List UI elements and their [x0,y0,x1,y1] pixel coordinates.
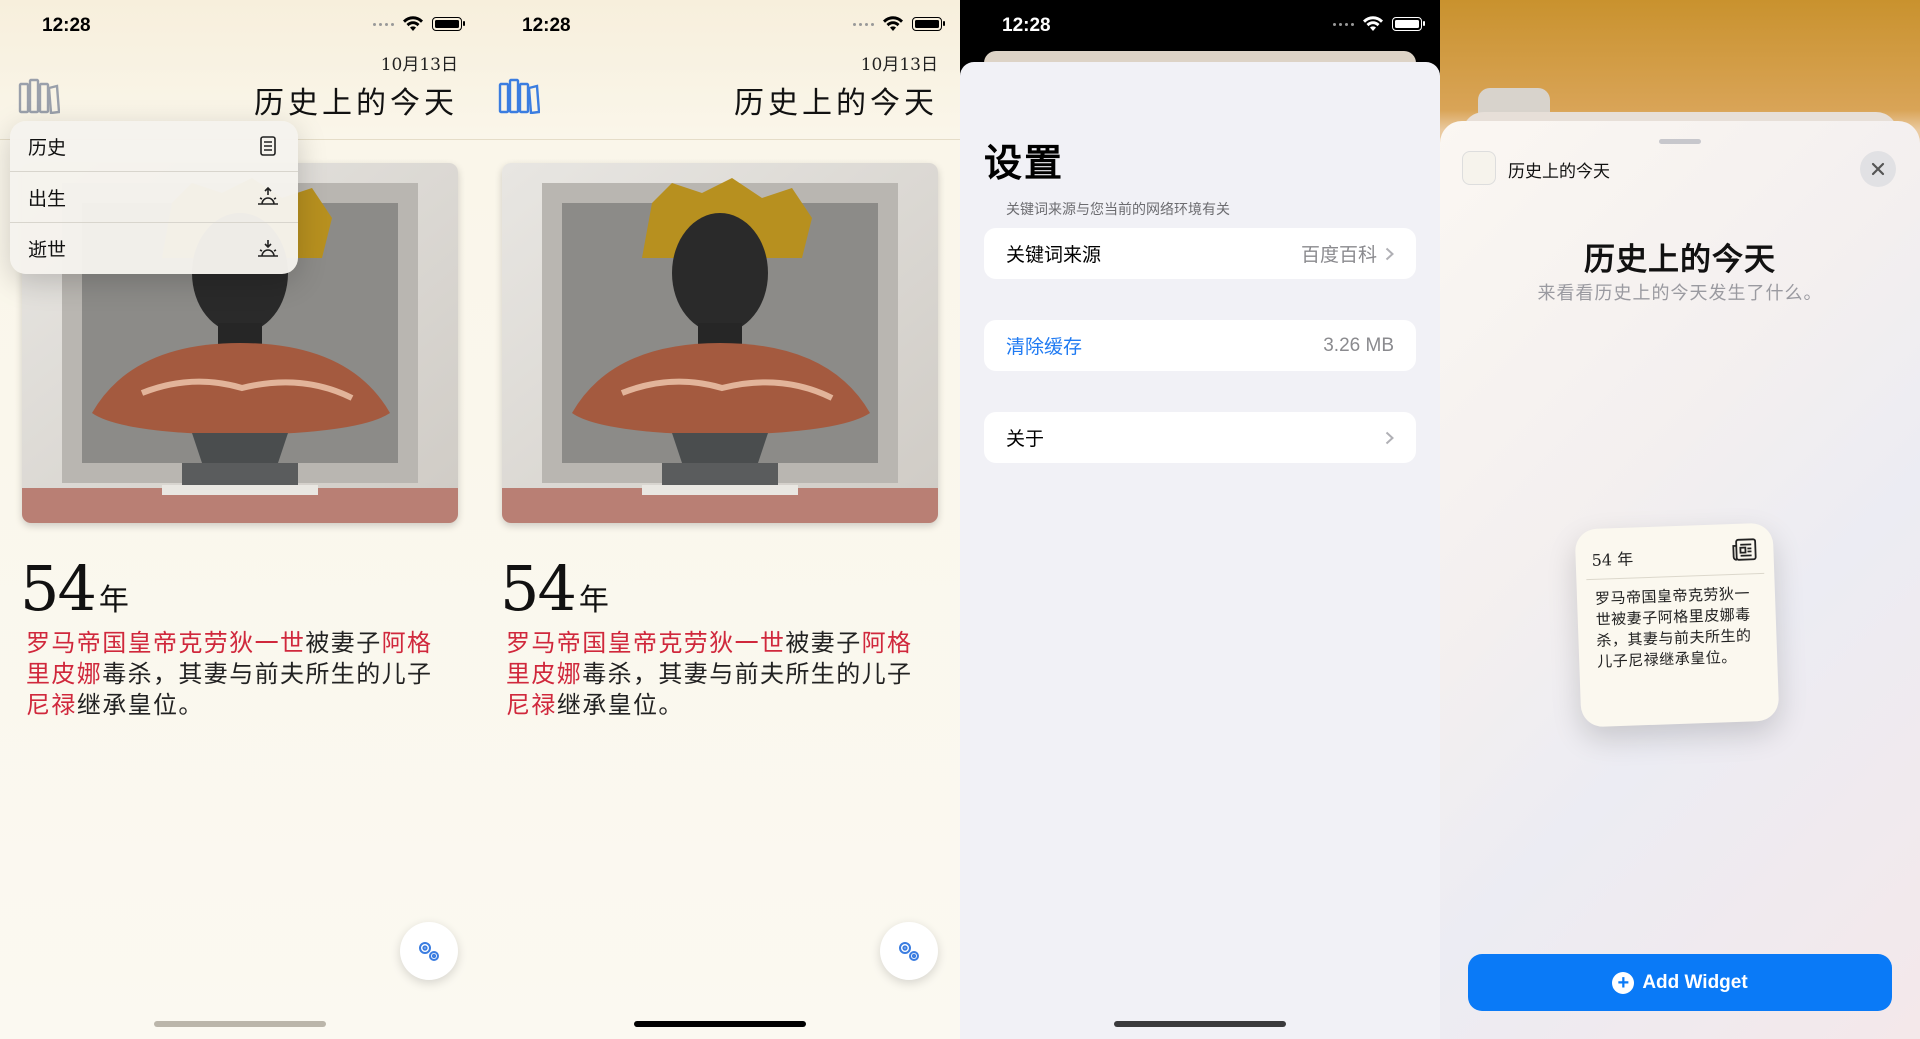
app-icon [1462,151,1496,185]
event-description: 罗马帝国皇帝克劳狄一世被妻子阿格里皮娜毒杀，其妻与前夫所生的儿子尼禄继承皇位。 [506,629,913,719]
category-menu: 历史 出生 逝世 [10,121,298,274]
chevron-right-icon [1385,247,1394,260]
cache-size-value: 3.26 MB [1323,334,1394,356]
event-year: 54 年 [20,552,129,625]
home-indicator [634,1021,806,1027]
date-label: 10月13日 [380,55,458,75]
wifi-icon [403,16,423,31]
app-name: 历史上的今天 [1508,162,1610,181]
screen-home-menu-open: 12:28 10月13日 历史上的今天 54 年 罗马帝国皇帝克劳狄一世被妻子阿… [0,0,480,1039]
status-time: 12:28 [42,15,91,36]
books-icon[interactable] [498,78,540,114]
close-icon [1871,162,1885,176]
settings-button[interactable] [880,922,938,980]
widget-preview[interactable]: 54 年 罗马帝国皇帝克劳狄一世被妻子阿格里皮娜毒杀，其妻与前夫所生的儿子尼禄继… [1574,522,1780,728]
date-label: 10月13日 [860,55,938,75]
home-indicator [154,1021,326,1027]
event-year: 54 年 [500,552,609,625]
event-link[interactable]: 尼禄 [506,691,557,719]
sunrise-icon [258,186,278,205]
gears-icon [419,942,439,961]
signal-icon [853,22,874,26]
settings-title: 设置 [984,143,1065,185]
battery-icon [1392,17,1425,31]
signal-icon [1333,22,1354,26]
wifi-icon [1363,16,1383,31]
keyword-source-value: 百度百科 [1300,245,1377,266]
screen-home: 12:28 10月13日 历史上的今天 54 年 罗马帝国皇帝克劳狄一世被妻子阿… [480,0,960,1039]
newspaper-icon [260,136,276,156]
status-time: 12:28 [522,15,571,36]
clear-cache-row[interactable]: 清除缓存 3.26 MB [984,320,1416,371]
screen-settings: 12:28 设置 关键词来源与您当前的网络环境有关 关键词来源 百度百科 清除缓… [960,0,1440,1039]
widget-text: 罗马帝国皇帝克劳狄一世被妻子阿格里皮娜毒杀，其妻与前夫所生的儿子尼禄继承皇位。 [1594,584,1752,671]
page-title: 历史上的今天 [734,86,938,121]
close-button[interactable] [1860,151,1896,187]
event-link[interactable]: 罗马帝国皇帝克劳狄一世 [506,629,785,657]
wifi-icon [883,16,903,31]
about-row[interactable]: 关于 [984,412,1416,463]
books-icon[interactable] [18,78,60,114]
widget-title: 历史上的今天 [1584,242,1776,277]
keyword-source-row[interactable]: 关键词来源 百度百科 [984,228,1416,279]
status-bar: 12:28 [0,0,480,52]
newspaper-icon [1732,538,1757,561]
signal-icon [373,22,394,26]
screen-add-widget: 历史上的今天 历史上的今天 来看看历史上的今天发生了什么。 54 年 罗马帝国皇… [1440,0,1920,1039]
widget-subtitle: 来看看历史上的今天发生了什么。 [1537,283,1823,303]
sunset-icon [258,239,278,257]
battery-icon [912,17,945,31]
event-link[interactable]: 尼禄 [26,691,77,719]
menu-item-births[interactable]: 出生 [10,172,298,223]
settings-button[interactable] [400,922,458,980]
home-indicator [1114,1021,1286,1027]
status-bar: 12:28 [960,0,1440,52]
page-title: 历史上的今天 [254,86,458,121]
widget-year: 54 年 [1591,549,1634,570]
status-bar: 12:28 [480,0,960,52]
add-widget-button[interactable]: + Add Widget [1468,954,1892,1011]
gears-icon [899,942,919,961]
event-image [502,163,938,523]
chevron-right-icon [1385,431,1394,444]
menu-item-history[interactable]: 历史 [10,121,298,172]
event-link[interactable]: 罗马帝国皇帝克劳狄一世 [26,629,305,657]
sheet-grabber[interactable] [1659,139,1701,144]
menu-item-deaths[interactable]: 逝世 [10,223,298,274]
settings-sheet: 设置 关键词来源与您当前的网络环境有关 关键词来源 百度百科 清除缓存 3.26… [960,62,1440,1039]
event-description: 罗马帝国皇帝克劳狄一世被妻子阿格里皮娜毒杀，其妻与前夫所生的儿子尼禄继承皇位。 [26,629,433,719]
battery-icon [432,17,465,31]
plus-icon: + [1612,971,1635,994]
widget-sheet: 历史上的今天 历史上的今天 来看看历史上的今天发生了什么。 54 年 罗马帝国皇… [1440,121,1920,1039]
settings-hint: 关键词来源与您当前的网络环境有关 [1006,201,1230,217]
status-time: 12:28 [1002,15,1051,36]
